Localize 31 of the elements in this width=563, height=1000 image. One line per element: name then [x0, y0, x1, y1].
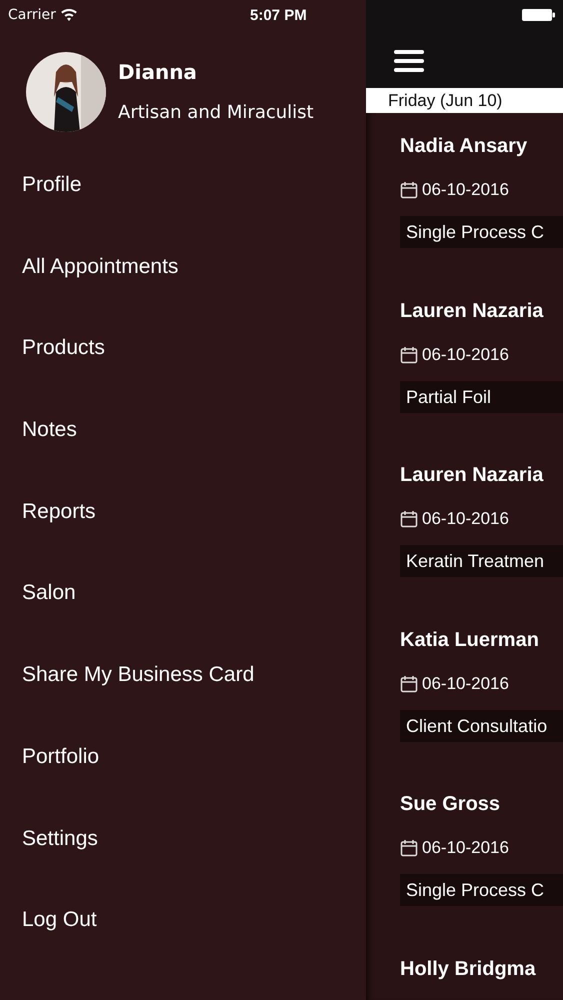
- menu-item[interactable]: Profile: [0, 144, 366, 226]
- carrier-label: Carrier: [8, 7, 56, 23]
- menu-item[interactable]: All Appointments: [0, 226, 366, 308]
- menu-item[interactable]: Share My Business Card: [0, 634, 366, 716]
- service-label: Single Process C: [400, 216, 563, 248]
- client-name[interactable]: Lauren Nazaria: [400, 300, 563, 322]
- client-name[interactable]: Holly Bridgma: [400, 958, 563, 980]
- appointment-date: 06-10-2016: [422, 180, 509, 200]
- appointment-date: 06-10-2016: [422, 674, 509, 694]
- menu-item[interactable]: Products: [0, 307, 366, 390]
- client-name[interactable]: Lauren Nazaria: [400, 464, 563, 487]
- service-label: Keratin Treatmen: [400, 545, 563, 577]
- day-header: Friday (Jun 10): [366, 88, 563, 113]
- service-label: Partial Foil: [400, 380, 563, 412]
- menu-item[interactable]: Salon: [0, 552, 366, 634]
- service-label: Client Consultatio: [400, 710, 563, 742]
- appointment-date: 06-10-2016: [422, 344, 509, 364]
- appointment-date: 06-10-2016: [422, 509, 509, 529]
- profile-name: Dianna: [118, 60, 198, 84]
- menu-item[interactable]: Notes: [0, 389, 366, 471]
- menu-item[interactable]: Log Out: [0, 879, 366, 961]
- appointment-date: 06-10-2016: [422, 838, 509, 858]
- client-name[interactable]: Sue Gross: [400, 793, 563, 816]
- service-label: Single Process C: [400, 874, 563, 906]
- menu-item[interactable]: Settings: [0, 798, 366, 880]
- menu-item[interactable]: Reports: [0, 470, 366, 552]
- menu-item[interactable]: Portfolio: [0, 716, 366, 798]
- client-name[interactable]: Nadia Ansary: [400, 135, 563, 158]
- client-name[interactable]: Katia Luerman: [400, 628, 563, 652]
- status-time: 5:07 PM: [250, 6, 307, 24]
- profile-subtitle: Artisan and Miraculist: [118, 102, 314, 123]
